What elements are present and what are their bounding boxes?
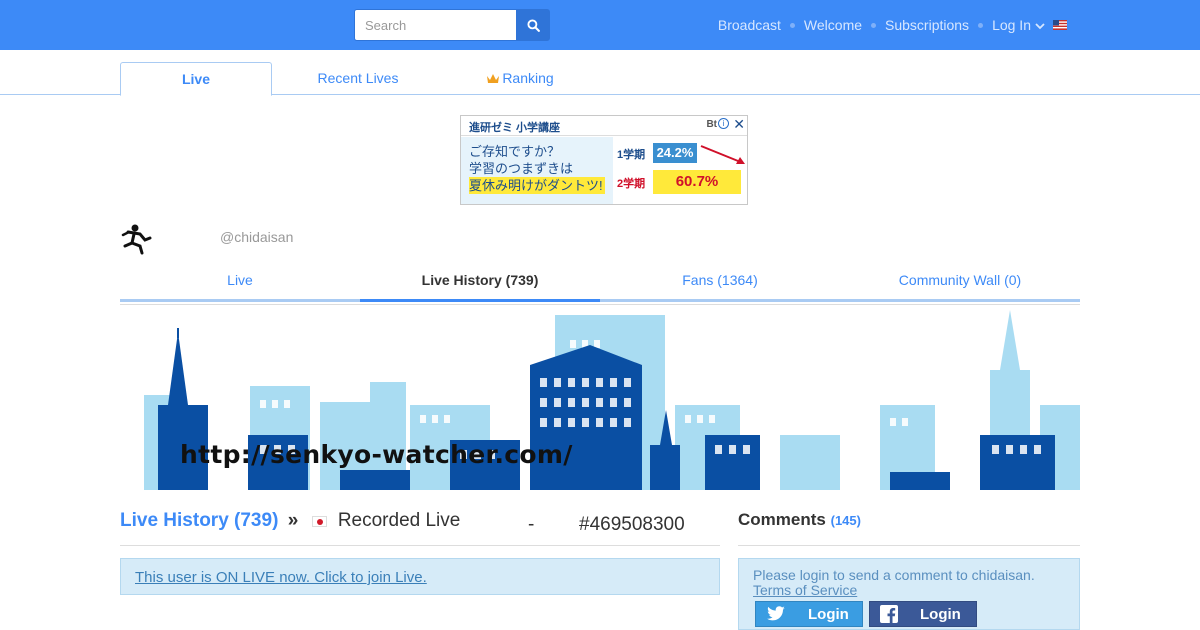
ad-line-1: ご存知ですか？ [469, 144, 561, 159]
ad-brand: 進研ゼミ 小学講座 [461, 116, 747, 136]
chevron-down-icon [1035, 23, 1045, 30]
us-flag-icon[interactable] [1053, 20, 1067, 30]
login-prompt: Please login to send a comment to chidai… [753, 567, 1035, 583]
comments-heading: Comments (145) [738, 510, 1080, 546]
join-live-link[interactable]: This user is ON LIVE now. Click to join … [135, 569, 427, 586]
nav-separator [871, 22, 877, 28]
avatar[interactable] [120, 222, 154, 256]
ad-stats: 1学期 24.2% 2学期 60.7% [613, 137, 747, 204]
breadcrumb-separator: » [287, 510, 299, 531]
tab-ranking[interactable]: Ranking [444, 62, 596, 95]
live-history-heading: Live History (739) » Recorded Live - #46… [120, 510, 720, 546]
ad-term-2: 2学期 [617, 178, 646, 190]
ad-term-1: 1学期 [617, 149, 646, 161]
tab-live[interactable]: Live [120, 62, 272, 96]
ad-line-3: 夏休み明けがダントツ! [469, 177, 605, 194]
top-nav-links: Broadcast Welcome Subscriptions Log In [718, 0, 1068, 50]
live-history-link[interactable]: Live History (739) [120, 510, 278, 531]
nav-separator [789, 22, 795, 28]
ad-copy: ご存知ですか？ 学習のつまずきは 夏休み明けがダントツ! [461, 137, 613, 204]
comments-count: 145 [834, 513, 857, 528]
ad-info-icon[interactable]: i [718, 118, 729, 129]
main-tabs: Live Recent Lives Ranking [0, 62, 1200, 96]
top-navbar: Broadcast Welcome Subscriptions Log In [0, 0, 1200, 50]
ad-term-2-value: 60.7% [653, 170, 741, 194]
login-buttons: Login Login [755, 601, 977, 627]
login-dropdown[interactable]: Log In [992, 17, 1045, 33]
nav-welcome-link[interactable]: Welcome [804, 17, 862, 33]
ad-line-2: 学習のつまずきは [469, 161, 574, 176]
twitter-login-button[interactable]: Login [755, 601, 863, 627]
profile-tab-community-wall[interactable]: Community Wall (0) [840, 264, 1080, 302]
profile-tabs: Live Live History (739) Fans (1364) Comm… [120, 264, 1080, 302]
search-icon [526, 18, 540, 32]
nav-broadcast-link[interactable]: Broadcast [718, 17, 781, 33]
search-form [354, 9, 550, 41]
live-id: #469508300 [579, 514, 685, 535]
search-button[interactable] [516, 9, 550, 41]
ad-close-icon[interactable]: ✕ [733, 116, 745, 133]
ad-term-1-value: 24.2% [653, 143, 697, 163]
comment-login-box: Please login to send a comment to chidai… [738, 558, 1080, 630]
japan-flag-icon [311, 516, 327, 527]
facebook-icon [880, 605, 898, 623]
banner-url-text: http://senkyo-watcher.com/ [180, 440, 573, 469]
tab-ranking-label: Ranking [502, 70, 554, 86]
profile-tab-live-history[interactable]: Live History (739) [360, 264, 600, 302]
profile-tab-fans[interactable]: Fans (1364) [600, 264, 840, 302]
facebook-login-label: Login [920, 605, 961, 623]
title-dash: - [528, 514, 535, 535]
comments-title: Comments [738, 510, 826, 529]
on-live-notice: This user is ON LIVE now. Click to join … [120, 558, 720, 595]
crown-icon [487, 74, 500, 83]
terms-of-service-link[interactable]: Terms of Service [753, 583, 1065, 598]
nav-separator [978, 22, 984, 28]
ad-badge: Bt [706, 119, 717, 130]
nav-subscriptions-link[interactable]: Subscriptions [885, 17, 969, 33]
twitter-login-label: Login [808, 605, 849, 623]
recorded-live-title: Recorded Live [337, 510, 461, 531]
facebook-login-button[interactable]: Login [869, 601, 977, 627]
login-label: Log In [992, 17, 1031, 33]
advertisement-banner[interactable]: 進研ゼミ 小学講座 Bt i ✕ ご存知ですか？ 学習のつまずきは 夏休み明けが… [460, 115, 748, 205]
divider [120, 304, 1080, 305]
profile-tab-live[interactable]: Live [120, 264, 360, 302]
comments-count-wrap: (145) [830, 513, 861, 528]
search-input[interactable] [354, 9, 516, 41]
tab-recent-lives[interactable]: Recent Lives [282, 62, 434, 95]
twitter-icon [767, 606, 785, 621]
user-handle: @chidaisan [220, 229, 294, 245]
ad-arrow-icon [700, 145, 745, 164]
